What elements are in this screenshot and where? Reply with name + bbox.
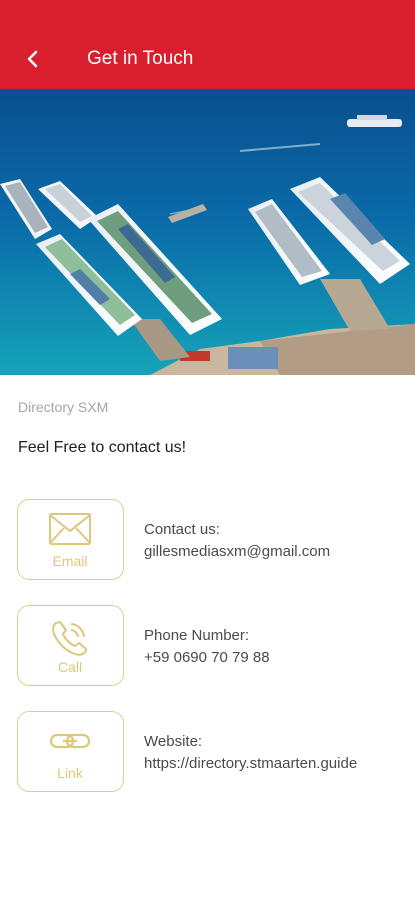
chevron-left-icon bbox=[27, 50, 38, 68]
call-button[interactable]: Call bbox=[17, 605, 124, 686]
website-url: https://directory.stmaarten.guide bbox=[144, 755, 358, 772]
tagline: Feel Free to contact us! bbox=[18, 439, 187, 456]
email-address: gillesmediasxm@gmail.com bbox=[144, 543, 331, 560]
hero-image bbox=[0, 89, 415, 375]
email-heading: Contact us: bbox=[144, 521, 220, 538]
brand-name: Directory SXM bbox=[18, 399, 109, 415]
phone-info: Phone Number: +59 0690 70 79 88 bbox=[144, 625, 270, 669]
contact-row-website: Link Website: https://directory.stmaarte… bbox=[0, 711, 415, 793]
link-button-label: Link bbox=[57, 765, 83, 781]
phone-number: +59 0690 70 79 88 bbox=[144, 649, 270, 666]
website-info: Website: https://directory.stmaarten.gui… bbox=[144, 731, 357, 775]
call-button-label: Call bbox=[57, 659, 83, 675]
website-heading: Website: bbox=[144, 733, 203, 750]
back-button[interactable] bbox=[18, 42, 48, 76]
phone-heading: Phone Number: bbox=[144, 627, 250, 644]
app-header: Get in Touch bbox=[0, 0, 415, 89]
contact-row-email: Email Contact us: gillesmediasxm@gmail.c… bbox=[0, 499, 415, 581]
email-button-label: Email bbox=[52, 553, 88, 569]
contact-row-phone: Call Phone Number: +59 0690 70 79 88 bbox=[0, 605, 415, 687]
link-button[interactable]: Link bbox=[17, 711, 124, 792]
phone-icon bbox=[52, 621, 87, 656]
page-title: Get in Touch bbox=[87, 48, 194, 69]
email-button[interactable]: Email bbox=[17, 499, 124, 580]
link-icon bbox=[49, 733, 91, 749]
email-info: Contact us: gillesmediasxm@gmail.com bbox=[144, 519, 330, 563]
envelope-icon bbox=[49, 513, 91, 545]
